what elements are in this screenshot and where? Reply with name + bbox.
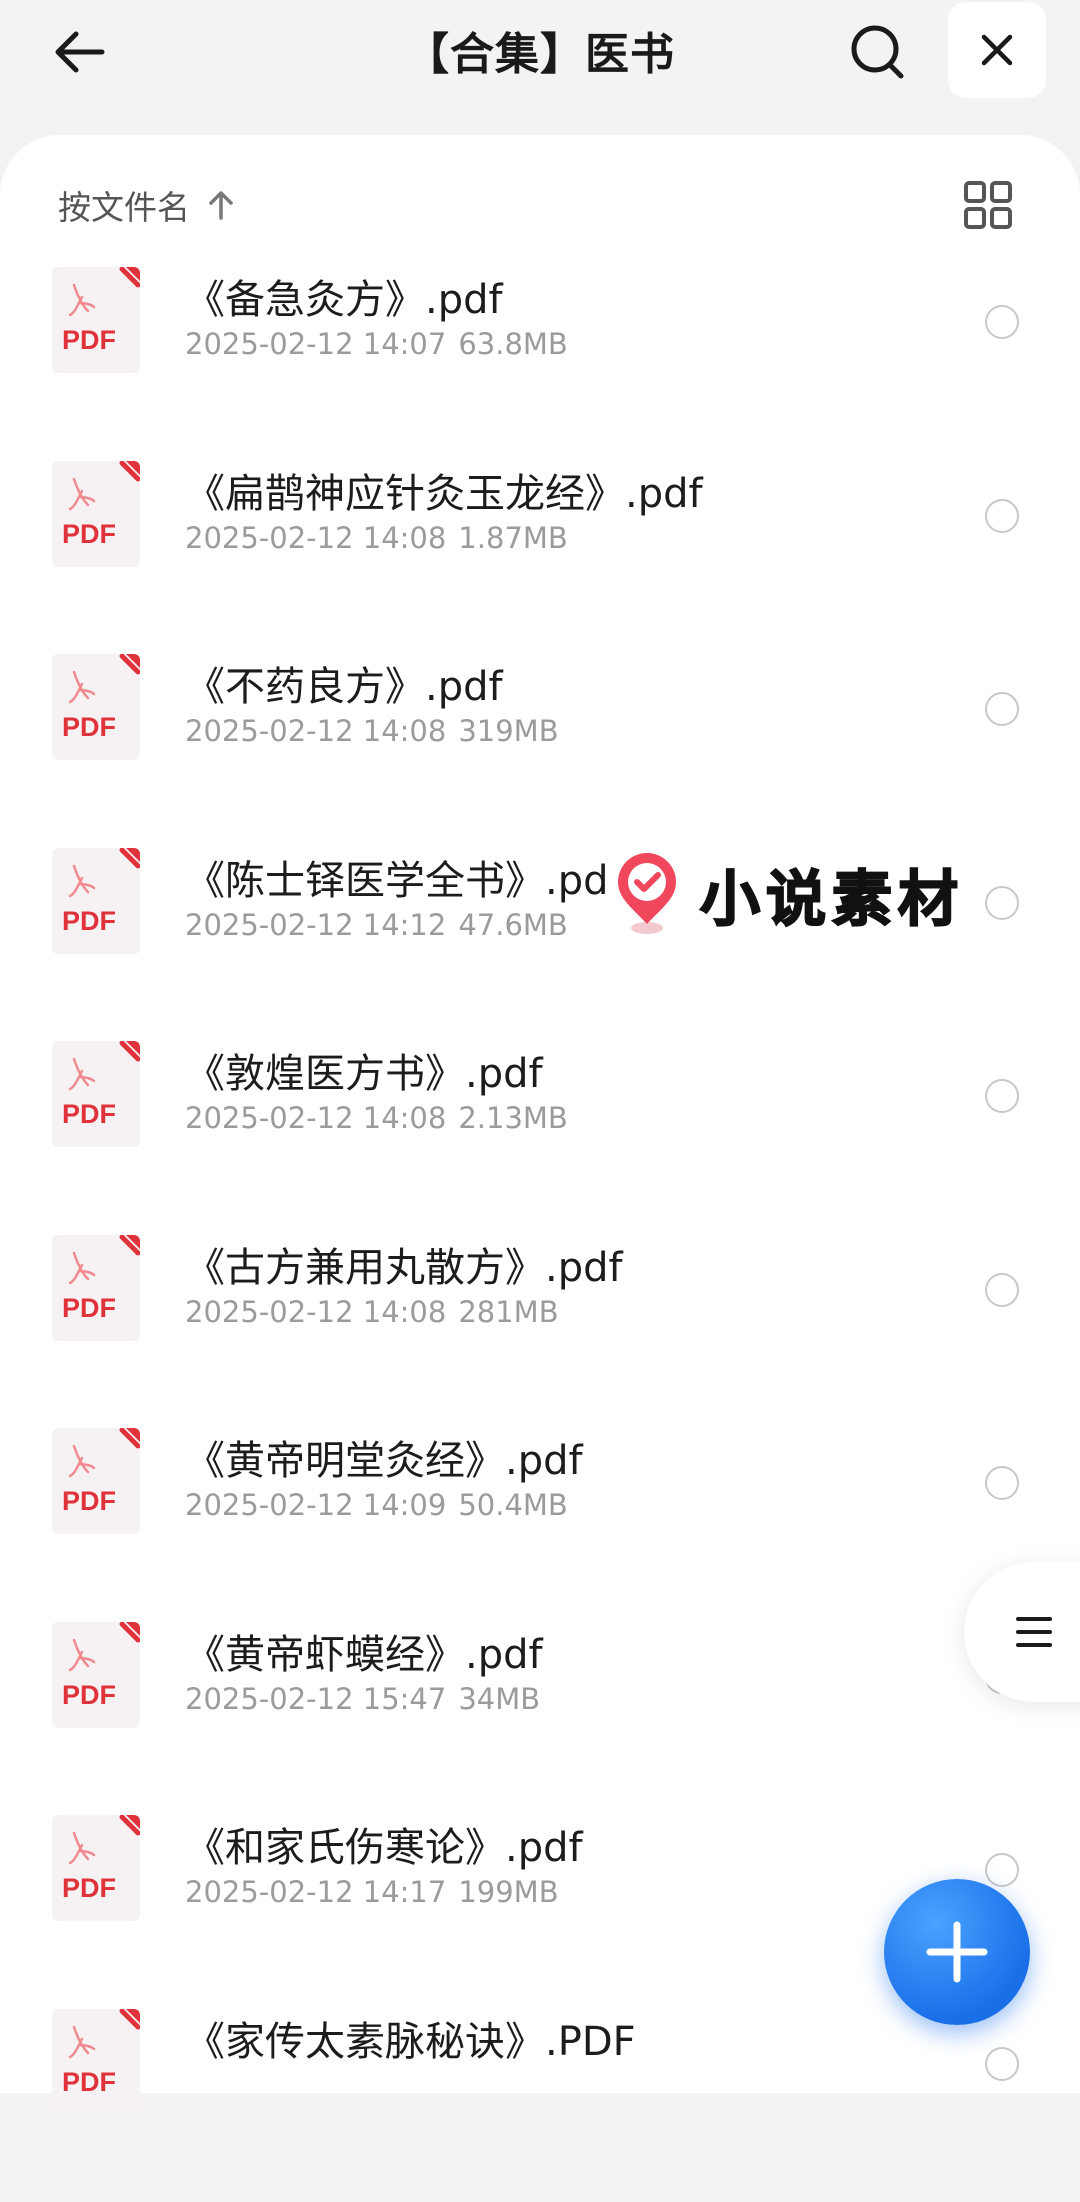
file-row[interactable]: PDF 《家传太素脉秘诀》.PDF — [0, 2008, 1080, 2202]
pdf-icon-label: PDF — [62, 2067, 116, 2097]
file-name: 《陈士铎医学全书》.pd — [185, 857, 609, 904]
top-bar: 【合集】医书 — [0, 0, 1080, 130]
pdf-icon-label: PDF — [62, 712, 116, 742]
pdf-icon-label: PDF — [62, 1486, 116, 1516]
view-toggle-button[interactable] — [960, 177, 1016, 233]
file-row[interactable]: PDF 《不药良方》.pdf 2025-02-12 14:08 319MB — [0, 654, 1080, 847]
arrow-up-icon — [209, 191, 233, 220]
file-name: 《扁鹊神应针灸玉龙经》.pdf — [185, 470, 703, 517]
select-radio[interactable] — [985, 1466, 1019, 1500]
pdf-file-icon: PDF — [52, 1815, 140, 1921]
file-row[interactable]: PDF 《敦煌医方书》.pdf 2025-02-12 14:08 2.13MB — [0, 1041, 1080, 1234]
pdf-file-icon: PDF — [52, 654, 140, 760]
file-date: 2025-02-12 14:08 — [185, 1294, 447, 1329]
file-meta: 2025-02-12 14:09 50.4MB — [185, 1488, 580, 1522]
pdf-file-icon: PDF — [52, 460, 140, 567]
file-size: 1.87MB — [458, 520, 568, 555]
file-name: 《黄帝明堂灸经》.pdf — [185, 1438, 583, 1484]
file-size: 199MB — [458, 1875, 559, 1909]
file-name: 《备急灸方》.pdf — [185, 277, 503, 323]
pdf-icon-label: PDF — [62, 906, 116, 936]
file-date: 2025-02-12 14:07 — [185, 327, 447, 361]
search-button[interactable] — [838, 12, 918, 92]
page-title: 【合集】医书 — [405, 29, 675, 80]
select-radio[interactable] — [985, 305, 1019, 339]
pdf-file-icon: PDF — [52, 847, 140, 954]
file-meta: 2025-02-12 14:08 319MB — [185, 714, 571, 748]
file-meta: 2025-02-12 15:47 34MB — [185, 1682, 552, 1716]
file-meta: 2025-02-12 14:12 47.6MB — [185, 908, 580, 942]
file-size: 319MB — [458, 714, 559, 748]
file-size: 281MB — [458, 1294, 559, 1329]
pdf-file-icon: PDF — [52, 1428, 140, 1534]
file-date: 2025-02-12 14:08 — [185, 520, 447, 555]
file-name: 《古方兼用丸散方》.pdf — [185, 1244, 623, 1291]
file-meta: 2025-02-12 14:07 63.8MB — [185, 327, 580, 361]
pdf-icon-label: PDF — [62, 1680, 116, 1710]
file-meta: 2025-02-12 14:08 2.13MB — [185, 1101, 580, 1135]
plus-icon — [926, 1921, 988, 1983]
file-name: 《和家氏伤寒论》.pdf — [185, 1825, 583, 1871]
grid-view-icon — [964, 181, 1012, 229]
pdf-icon-label: PDF — [62, 1099, 116, 1129]
menu-icon — [1016, 1617, 1052, 1647]
file-name: 《敦煌医方书》.pdf — [185, 1051, 543, 1097]
check-pin-icon — [618, 853, 676, 934]
pdf-icon-label: PDF — [62, 519, 116, 549]
add-button[interactable] — [884, 1879, 1030, 2025]
pdf-icon-label: PDF — [62, 1873, 116, 1903]
select-radio[interactable] — [985, 498, 1019, 533]
pdf-icon-label: PDF — [62, 1293, 116, 1323]
select-radio[interactable] — [985, 1272, 1019, 1307]
file-date: 2025-02-12 14:12 — [185, 907, 447, 942]
file-row[interactable]: PDF 《古方兼用丸散方》.pdf 2025-02-12 14:08 281MB — [0, 1234, 1080, 1428]
close-icon — [981, 34, 1013, 66]
file-name: 《黄帝虾蟆经》.pdf — [185, 1631, 543, 1678]
pdf-icon-label: PDF — [62, 325, 116, 355]
file-row[interactable]: PDF 《黄帝虾蟆经》.pdf 2025-02-12 15:47 34MB — [0, 1621, 1080, 1815]
pdf-file-icon: PDF — [52, 1234, 140, 1341]
select-radio[interactable] — [985, 1853, 1019, 1887]
file-date: 2025-02-12 14:08 — [185, 714, 447, 748]
file-date: 2025-02-12 14:08 — [185, 1101, 447, 1135]
search-icon — [851, 25, 904, 79]
select-radio[interactable] — [985, 2046, 1019, 2081]
pdf-file-icon: PDF — [52, 1621, 140, 1728]
file-size: 34MB — [458, 1681, 541, 1716]
pdf-file-icon: PDF — [52, 267, 140, 373]
file-size: 2.13MB — [458, 1101, 568, 1135]
select-radio[interactable] — [985, 692, 1019, 726]
file-meta: 2025-02-12 14:08 1.87MB — [185, 521, 580, 555]
file-row[interactable]: PDF 《黄帝明堂灸经》.pdf 2025-02-12 14:09 50.4MB — [0, 1428, 1080, 1621]
file-list-panel: 按文件名 PDF 《备急灸方》.pdf 2025-02-12 14:07 63.8MB… — [0, 135, 1080, 2115]
close-button[interactable] — [948, 2, 1046, 98]
select-radio[interactable] — [985, 1079, 1019, 1113]
file-meta: 2025-02-12 14:08 281MB — [185, 1295, 571, 1329]
file-size: 63.8MB — [458, 327, 568, 361]
file-date: 2025-02-12 14:09 — [185, 1488, 447, 1522]
watermark-text: 小说素材 — [699, 864, 964, 936]
file-name: 《家传太素脉秘诀》.PDF — [185, 2018, 636, 2065]
file-date: 2025-02-12 14:17 — [185, 1875, 447, 1909]
file-date: 2025-02-12 15:47 — [185, 1681, 447, 1716]
file-size: 47.6MB — [458, 907, 568, 942]
watermark: 小说素材 — [612, 852, 964, 936]
pdf-file-icon: PDF — [52, 2008, 140, 2115]
file-meta: 2025-02-12 14:17 199MB — [185, 1875, 571, 1909]
file-size: 50.4MB — [458, 1488, 568, 1522]
pdf-file-icon: PDF — [52, 1041, 140, 1147]
file-row[interactable]: PDF 《扁鹊神应针灸玉龙经》.pdf 2025-02-12 14:08 1.87MB — [0, 460, 1080, 654]
file-row[interactable]: PDF 《备急灸方》.pdf 2025-02-12 14:07 63.8MB — [0, 267, 1080, 460]
select-radio[interactable] — [985, 885, 1019, 920]
sort-label: 按文件名 — [58, 188, 190, 227]
file-name: 《不药良方》.pdf — [185, 664, 503, 710]
sort-control[interactable]: 按文件名 — [58, 180, 238, 230]
